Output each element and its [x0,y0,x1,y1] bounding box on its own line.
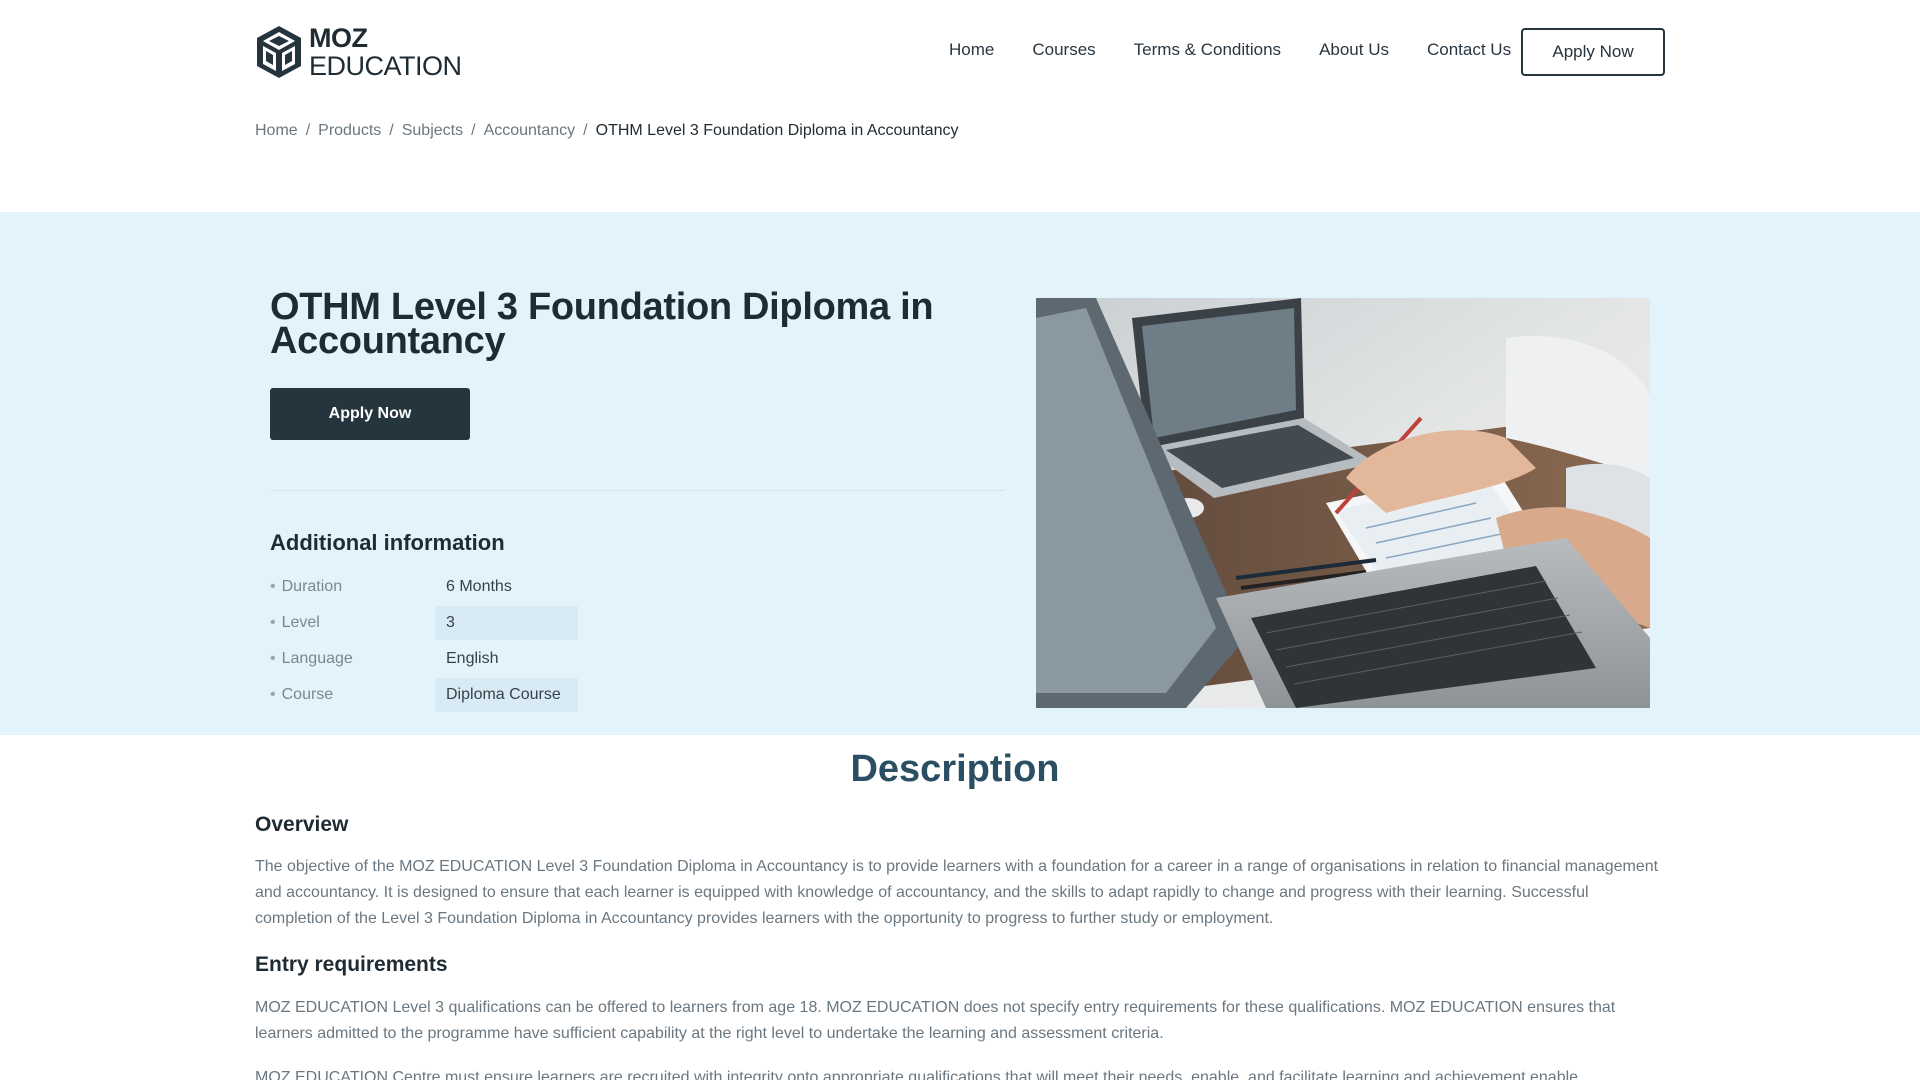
nav-about[interactable]: About Us [1319,40,1389,60]
nav-terms[interactable]: Terms & Conditions [1134,40,1281,60]
entry-paragraph-2: MOZ EDUCATION Centre must ensure learner… [255,1069,1579,1080]
course-image [1036,298,1650,708]
overview-heading: Overview [255,813,349,836]
entry-requirements-heading: Entry requirements [255,953,448,976]
laptop-desk-illustration [1036,298,1650,708]
breadcrumb-separator: / [389,122,394,139]
entry-paragraph: MOZ EDUCATION Level 3 qualifications can… [255,999,1616,1042]
breadcrumb-separator: / [583,122,588,139]
info-value: Diploma Course [435,678,578,712]
info-row-level: Level 3 [270,606,578,640]
page-title: OTHM Level 3 Foundation Diploma in Accou… [270,288,1010,360]
info-row-language: Language English [270,642,578,676]
logo-text: MOZ EDUCATION [309,22,462,81]
page-title-line2: Accountancy [270,320,506,362]
nav-courses[interactable]: Courses [1032,40,1095,60]
info-key: Course [270,686,435,704]
info-value: 3 [435,606,578,640]
divider [270,490,1005,491]
description-title: Description [850,748,1060,790]
info-row-duration: Duration 6 Months [270,570,578,604]
breadcrumb-accountancy[interactable]: Accountancy [484,122,576,140]
breadcrumb-separator: / [305,122,311,139]
breadcrumb-subjects[interactable]: Subjects [402,122,463,140]
info-value: 6 Months [446,578,512,595]
logo-line1: MOZ [309,22,368,53]
nav-home[interactable]: Home [949,40,994,60]
breadcrumb-separator: / [471,122,476,139]
logo[interactable]: MOZ EDUCATION [255,24,462,80]
cube-logo-icon [257,26,301,78]
info-row-course: Course Diploma Course [270,678,578,712]
site-header: MOZ EDUCATION Home Courses Terms & Condi… [0,0,1920,104]
info-key: Language [270,650,435,668]
apply-now-button[interactable]: Apply Now [270,388,470,440]
overview-paragraph: The objective of the MOZ EDUCATION Level… [255,858,1659,927]
nav-contact[interactable]: Contact Us [1427,40,1511,60]
main-nav: Home Courses Terms & Conditions About Us… [949,40,1511,60]
breadcrumb-products[interactable]: Products [318,122,381,140]
additional-information-heading: Additional information [270,530,505,555]
breadcrumb: Home / Products / Subjects / Accountancy… [255,122,958,140]
info-key: Level [270,614,435,632]
header-apply-button[interactable]: Apply Now [1521,28,1665,76]
info-value: English [446,650,499,667]
breadcrumb-home[interactable]: Home [255,122,298,140]
logo-line2: EDUCATION [309,50,462,81]
breadcrumb-current: OTHM Level 3 Foundation Diploma in Accou… [595,122,959,139]
info-key: Duration [270,578,435,596]
